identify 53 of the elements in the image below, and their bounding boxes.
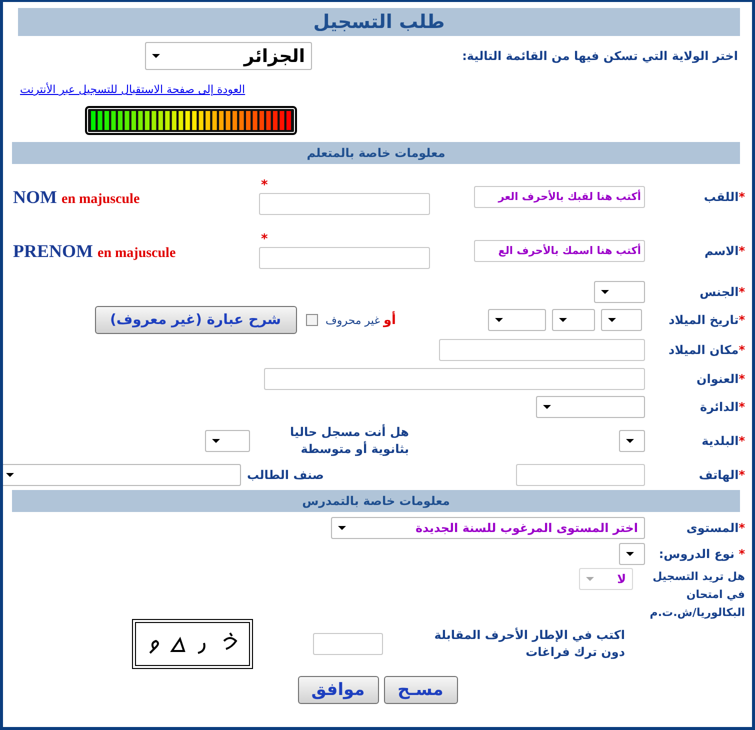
caret-icon <box>559 318 567 322</box>
dropdown[interactable] <box>619 543 645 565</box>
field-label: * مكان الميلاد <box>668 342 745 356</box>
field-label: * تاريخ الميلاد <box>668 313 745 327</box>
field-label: صنف الطالب <box>247 468 324 482</box>
caret-icon <box>212 439 220 443</box>
caret-icon <box>6 472 14 476</box>
text-field[interactable] <box>259 247 430 269</box>
question-label: هل أنت مسجل حاليا بثانوية أو متوسطة <box>289 424 409 458</box>
text-field[interactable] <box>516 464 645 486</box>
captcha-field[interactable] <box>313 633 383 655</box>
field-label: اختر الولاية التي تسكن فيها من القائمة التالية: <box>462 49 738 63</box>
caret-icon <box>626 439 634 443</box>
section-header: معلومات خاصة بالتمدرس <box>12 490 740 512</box>
text-field[interactable]: أكتب هنا اسمك بالأحرف الع <box>474 240 645 262</box>
dropdown[interactable]: اختر المستوى المرغوب للسنة الجديدة <box>331 517 645 539</box>
field-label: * العنوان <box>696 372 745 386</box>
field-label: * الهاتف <box>698 468 745 482</box>
clear-button[interactable]: مسـح <box>384 676 458 704</box>
caret-icon <box>543 404 551 408</box>
caret-icon <box>152 54 160 58</box>
latin-name-label: PRENOM en majuscule <box>13 240 176 262</box>
back-link[interactable]: العودة إلى صفحة الاستقبال للتسجيل عبر الأنترنت <box>20 83 246 96</box>
caret-icon <box>626 552 634 556</box>
field-label: * البلدية <box>700 434 745 448</box>
dropdown[interactable] <box>619 430 645 452</box>
page-title: طلب التسجيل <box>18 8 740 36</box>
required-mark: * <box>261 179 268 193</box>
dropdown[interactable]: الجزائر <box>145 42 312 70</box>
field-label: * اللقب <box>702 190 745 204</box>
caret-icon <box>608 318 616 322</box>
text-field[interactable] <box>264 368 645 390</box>
field-label: * الاسم <box>703 244 745 258</box>
unknown-option-label: أو غير محروف <box>326 312 396 328</box>
field-label: * الدائرة <box>699 400 745 414</box>
field-label: * الجنس <box>698 284 745 298</box>
field-label: هل تريد التسجيل في امتحان البكالوريا/ش.ت.م <box>648 569 745 621</box>
latin-name-label: NOM en majuscule <box>13 186 140 208</box>
caret-icon <box>586 577 594 581</box>
field-label: * نوع الدروس: <box>658 547 745 561</box>
section-header: معلومات خاصة بالمتعلم <box>12 142 740 164</box>
text-field[interactable] <box>439 338 645 360</box>
required-mark: * <box>261 233 268 247</box>
text-field[interactable]: أكتب هنا لقبك بالأحرف العر <box>474 186 645 208</box>
instruction-text: اكتب في الإطار الأحرف المقابلة دون ترك فراغات <box>433 627 625 661</box>
submit-button[interactable]: موافق <box>298 676 378 704</box>
caret-icon <box>495 318 503 322</box>
checkbox[interactable] <box>306 314 318 326</box>
field-label: * المستوى <box>685 521 745 535</box>
explain-button[interactable]: شرح عبارة (غير معروف) <box>94 306 297 334</box>
text-field[interactable] <box>259 193 430 215</box>
caret-icon <box>338 526 346 530</box>
caret-icon <box>601 290 609 294</box>
